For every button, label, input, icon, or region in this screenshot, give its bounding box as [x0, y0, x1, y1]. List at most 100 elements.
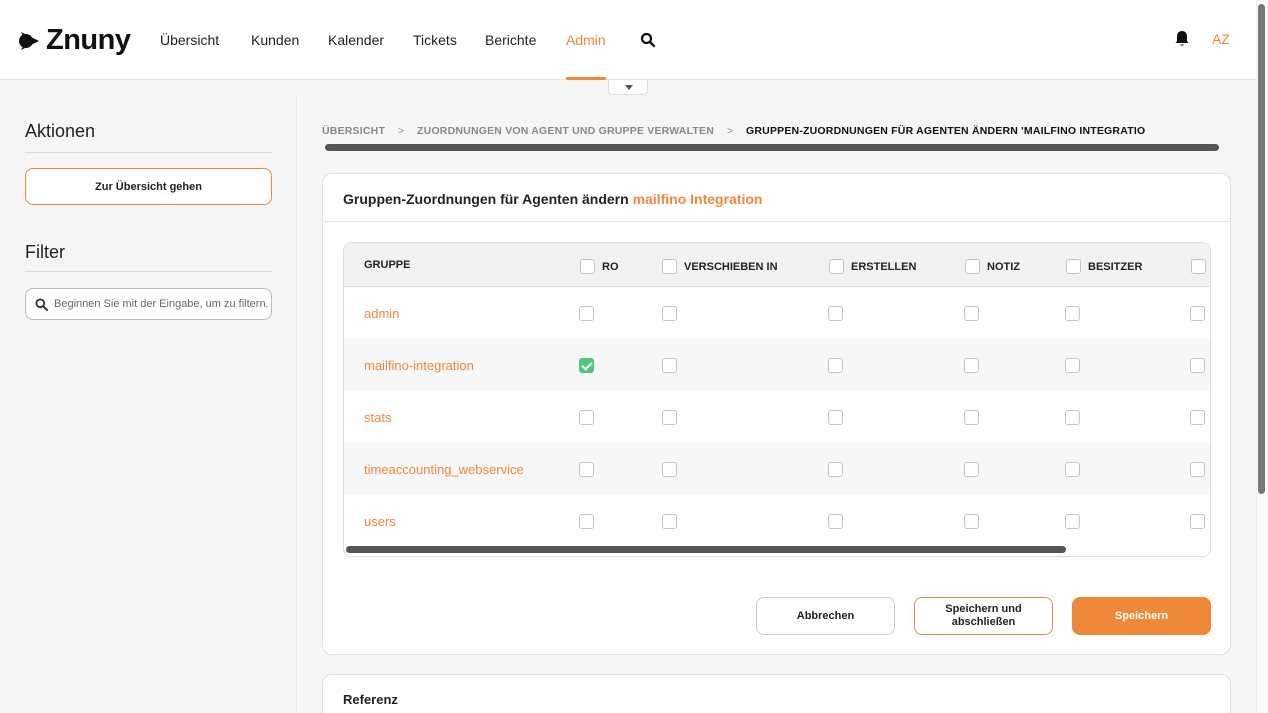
chevron-right-icon: >: [397, 125, 405, 137]
column-label: VERSCHIEBEN IN: [684, 260, 778, 273]
breadcrumb: ÜBERSICHT > ZUORDNUNGEN VON AGENT UND GR…: [322, 125, 1232, 137]
save-button[interactable]: Speichern: [1072, 597, 1211, 635]
actions-heading: Aktionen: [25, 121, 96, 141]
nav-active-indicator: [566, 77, 606, 80]
permission-checkbox[interactable]: [828, 306, 843, 321]
user-avatar[interactable]: AZ: [1212, 31, 1230, 47]
card-title-prefix: Gruppen-Zuordnungen für Agenten ändern: [343, 191, 629, 207]
permissions-table: GRUPPE RO VERSCHIEBEN IN ERSTELLEN NOTIZ…: [343, 242, 1211, 557]
table-row: mailfino-integration: [344, 339, 1210, 391]
group-name-link[interactable]: admin: [364, 306, 399, 321]
permission-checkbox[interactable]: [1065, 358, 1080, 373]
save-and-finish-button[interactable]: Speichern und abschließen: [914, 597, 1053, 635]
reference-title: Referenz: [343, 692, 398, 707]
page-scrollbar-thumb[interactable]: [1258, 4, 1265, 494]
permission-checkbox[interactable]: [662, 514, 677, 529]
column-header-move-into: VERSCHIEBEN IN: [662, 259, 778, 274]
card-title: Gruppen-Zuordnungen für Agenten ändern m…: [343, 191, 762, 207]
table-header: GRUPPE RO VERSCHIEBEN IN ERSTELLEN NOTIZ…: [344, 243, 1210, 287]
permission-checkbox[interactable]: [964, 410, 979, 425]
logo-text: Znuny: [46, 24, 131, 56]
permission-checkbox[interactable]: [1190, 358, 1205, 373]
column-label: GRUPPE: [364, 259, 411, 271]
permission-checkbox[interactable]: [1065, 514, 1080, 529]
nav-item-kunden[interactable]: Kunden: [251, 32, 299, 48]
actions-divider: [25, 152, 272, 153]
table-horizontal-scrollbar[interactable]: [346, 546, 1066, 553]
permission-checkbox[interactable]: [1190, 410, 1205, 425]
permission-checkbox[interactable]: [828, 462, 843, 477]
select-all-more-checkbox[interactable]: [1191, 259, 1206, 274]
permission-checkbox[interactable]: [662, 410, 677, 425]
header-toggle-chevron-icon[interactable]: [608, 80, 648, 95]
select-all-note-checkbox[interactable]: [965, 259, 980, 274]
bell-icon[interactable]: [1174, 30, 1190, 48]
breadcrumb-scrollbar[interactable]: [325, 144, 1219, 151]
column-header-more: [1191, 259, 1210, 274]
sidebar: Aktionen Zur Übersicht gehen Filter: [0, 96, 297, 713]
nav-item-tickets[interactable]: Tickets: [413, 32, 457, 48]
permission-checkbox[interactable]: [579, 462, 594, 477]
select-all-move-into-checkbox[interactable]: [662, 259, 677, 274]
select-all-create-checkbox[interactable]: [829, 259, 844, 274]
table-row: admin: [344, 287, 1210, 339]
permission-checkbox[interactable]: [579, 358, 594, 373]
filter-input[interactable]: [54, 289, 269, 319]
permission-checkbox[interactable]: [1065, 462, 1080, 477]
agent-name: mailfino Integration: [632, 191, 763, 207]
nav-item-berichte[interactable]: Berichte: [485, 32, 536, 48]
column-label: NOTIZ: [987, 260, 1020, 273]
permission-checkbox[interactable]: [1065, 306, 1080, 321]
permission-checkbox[interactable]: [828, 410, 843, 425]
column-label: ERSTELLEN: [851, 260, 917, 273]
breadcrumb-item-manage-assignments[interactable]: ZUORDNUNGEN VON AGENT UND GRUPPE VERWALT…: [417, 125, 714, 137]
go-to-overview-button[interactable]: Zur Übersicht gehen: [25, 168, 272, 205]
nav-item-admin[interactable]: Admin: [566, 32, 606, 48]
select-all-owner-checkbox[interactable]: [1066, 259, 1081, 274]
column-header-ro: RO: [580, 259, 619, 274]
group-name-link[interactable]: users: [364, 514, 396, 529]
permission-checkbox[interactable]: [662, 306, 677, 321]
search-icon: [35, 298, 48, 311]
table-row: timeaccounting_webservice: [344, 443, 1210, 495]
permission-checkbox[interactable]: [1065, 410, 1080, 425]
cancel-button[interactable]: Abbrechen: [756, 597, 895, 635]
group-name-link[interactable]: mailfino-integration: [364, 358, 474, 373]
reference-card: Referenz: [322, 674, 1231, 713]
column-label: BESITZER: [1088, 260, 1143, 273]
group-name-link[interactable]: stats: [364, 410, 391, 425]
permission-checkbox[interactable]: [662, 358, 677, 373]
permission-checkbox[interactable]: [828, 358, 843, 373]
group-assignment-card: Gruppen-Zuordnungen für Agenten ändern m…: [322, 173, 1231, 655]
chevron-right-icon: >: [726, 125, 734, 137]
permission-checkbox[interactable]: [964, 462, 979, 477]
permission-checkbox[interactable]: [579, 410, 594, 425]
group-name-link[interactable]: timeaccounting_webservice: [364, 462, 524, 477]
filter-divider: [25, 271, 272, 272]
filter-field[interactable]: [25, 288, 272, 320]
znuny-logo[interactable]: Znuny: [18, 24, 131, 57]
table-row: stats: [344, 391, 1210, 443]
filter-heading: Filter: [25, 242, 65, 262]
select-all-ro-checkbox[interactable]: [580, 259, 595, 274]
column-header-gruppe: GRUPPE: [364, 259, 410, 271]
column-header-create: ERSTELLEN: [829, 259, 916, 274]
nav-item-uebersicht[interactable]: Übersicht: [160, 32, 219, 48]
permission-checkbox[interactable]: [964, 514, 979, 529]
table-row: users: [344, 495, 1210, 547]
permission-checkbox[interactable]: [1190, 306, 1205, 321]
breadcrumb-item-current: GRUPPEN-ZUORDNUNGEN FÜR AGENTEN ÄNDERN '…: [746, 125, 1146, 137]
nav-item-kalender[interactable]: Kalender: [328, 32, 384, 48]
card-divider: [323, 221, 1230, 222]
column-header-owner: BESITZER: [1066, 259, 1142, 274]
permission-checkbox[interactable]: [828, 514, 843, 529]
permission-checkbox[interactable]: [662, 462, 677, 477]
permission-checkbox[interactable]: [579, 514, 594, 529]
permission-checkbox[interactable]: [1190, 514, 1205, 529]
permission-checkbox[interactable]: [964, 358, 979, 373]
permission-checkbox[interactable]: [1190, 462, 1205, 477]
permission-checkbox[interactable]: [579, 306, 594, 321]
permission-checkbox[interactable]: [964, 306, 979, 321]
search-icon[interactable]: [640, 32, 656, 48]
breadcrumb-item-overview[interactable]: ÜBERSICHT: [322, 125, 385, 137]
